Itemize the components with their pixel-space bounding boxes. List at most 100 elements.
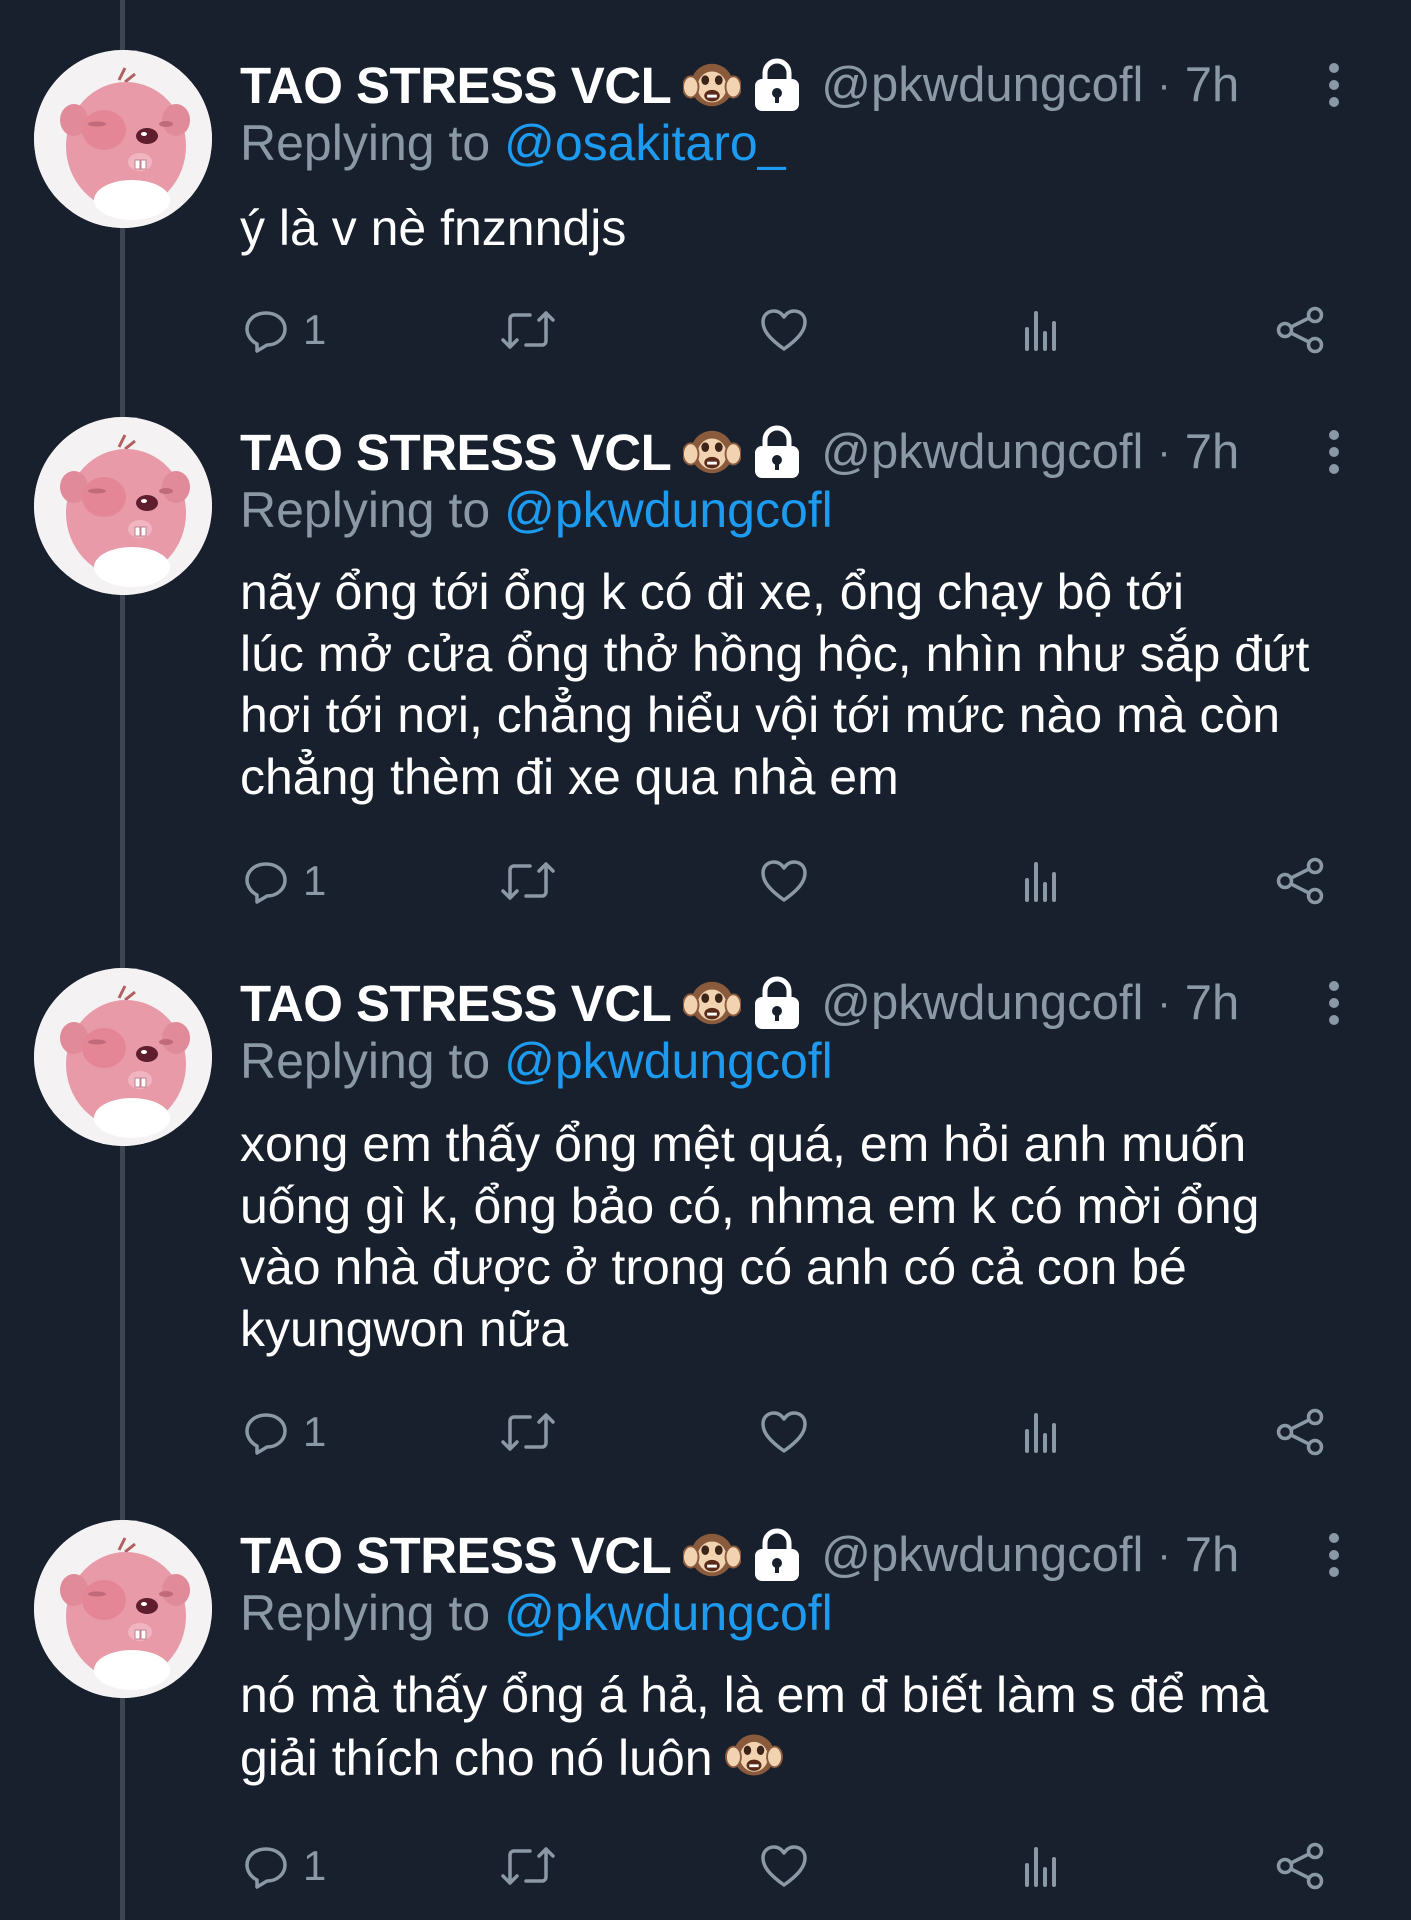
- retweet-button[interactable]: [500, 300, 556, 360]
- reply-count: 1: [303, 1408, 327, 1455]
- tweet-text: nãy ổng tới ổng k có đi xe, ổng chạy bộ …: [240, 564, 1310, 805]
- tweet-header: TAO STRESS VCL @pkwdungcofl · 7h: [240, 419, 1239, 485]
- hear-no-evil-monkey-icon: [683, 423, 741, 481]
- more-vertical-icon[interactable]: [1322, 429, 1346, 475]
- lock-icon: [751, 1527, 803, 1583]
- reply-icon: [243, 1843, 289, 1889]
- analytics-button[interactable]: [1021, 851, 1061, 911]
- avatar[interactable]: [34, 968, 212, 1146]
- hear-no-evil-monkey-icon: [723, 1727, 785, 1783]
- display-name[interactable]: TAO STRESS VCL: [240, 423, 672, 482]
- replying-to: Replying to @pkwdungcofl: [240, 481, 833, 539]
- replying-to-label: Replying to: [240, 1033, 491, 1089]
- like-button[interactable]: [760, 1836, 808, 1896]
- separator-dot: ·: [1157, 1532, 1171, 1577]
- user-handle[interactable]: @pkwdungcofl: [821, 424, 1143, 480]
- tweet-actions: 1: [0, 851, 1411, 911]
- tweet-actions: 1: [0, 1402, 1411, 1462]
- share-button[interactable]: [1275, 300, 1327, 360]
- separator-dot: ·: [1157, 429, 1171, 474]
- retweet-button[interactable]: [500, 851, 556, 911]
- reply-icon: [243, 1409, 289, 1455]
- lock-icon: [751, 424, 803, 480]
- share-button[interactable]: [1275, 1836, 1327, 1896]
- timestamp[interactable]: 7h: [1185, 1527, 1240, 1583]
- separator-dot: ·: [1157, 980, 1171, 1025]
- heart-icon: [760, 307, 808, 353]
- lock-icon: [751, 57, 803, 113]
- like-button[interactable]: [760, 300, 808, 360]
- analytics-icon: [1021, 307, 1061, 353]
- tweet-header: TAO STRESS VCL @pkwdungcofl · 7h: [240, 52, 1239, 118]
- like-button[interactable]: [760, 1402, 808, 1462]
- hear-no-evil-monkey-icon: [683, 56, 741, 114]
- retweet-button[interactable]: [500, 1402, 556, 1462]
- reply-count: 1: [303, 306, 327, 353]
- avatar[interactable]: [34, 50, 212, 228]
- analytics-button[interactable]: [1021, 300, 1061, 360]
- heart-icon: [760, 1409, 808, 1455]
- lock-icon: [751, 975, 803, 1031]
- replying-to-label: Replying to: [240, 1585, 491, 1641]
- display-name[interactable]: TAO STRESS VCL: [240, 56, 672, 115]
- tweet-header: TAO STRESS VCL @pkwdungcofl · 7h: [240, 970, 1239, 1036]
- reply-button[interactable]: 1: [243, 300, 326, 360]
- reply-button[interactable]: 1: [243, 1402, 326, 1462]
- replying-to-label: Replying to: [240, 115, 491, 171]
- analytics-icon: [1021, 1409, 1061, 1455]
- more-vertical-icon[interactable]: [1322, 62, 1346, 108]
- replying-to-mention[interactable]: @pkwdungcofl: [504, 482, 833, 538]
- share-icon: [1275, 306, 1327, 354]
- tweet-header: TAO STRESS VCL @pkwdungcofl · 7h: [240, 1522, 1239, 1588]
- reply-button[interactable]: 1: [243, 851, 326, 911]
- user-handle[interactable]: @pkwdungcofl: [821, 975, 1143, 1031]
- analytics-icon: [1021, 858, 1061, 904]
- display-name[interactable]: TAO STRESS VCL: [240, 974, 672, 1033]
- replying-to-mention[interactable]: @osakitaro_: [504, 115, 785, 171]
- reply-count: 1: [303, 857, 327, 904]
- analytics-icon: [1021, 1843, 1061, 1889]
- avatar[interactable]: [34, 1520, 212, 1698]
- replying-to-mention[interactable]: @pkwdungcofl: [504, 1033, 833, 1089]
- reply-icon: [243, 858, 289, 904]
- replying-to: Replying to @pkwdungcofl: [240, 1032, 833, 1090]
- separator-dot: ·: [1157, 62, 1171, 107]
- tweet-actions: 1: [0, 1836, 1411, 1896]
- share-button[interactable]: [1275, 851, 1327, 911]
- retweet-icon: [500, 1843, 556, 1889]
- tweet-text: xong em thấy ổng mệt quá, em hỏi anh muố…: [240, 1116, 1260, 1357]
- avatar[interactable]: [34, 417, 212, 595]
- share-icon: [1275, 1842, 1327, 1890]
- tweet-text: nó mà thấy ổng á hả, là em đ biết làm s …: [240, 1665, 1380, 1789]
- analytics-button[interactable]: [1021, 1402, 1061, 1462]
- display-name[interactable]: TAO STRESS VCL: [240, 1526, 672, 1585]
- share-button[interactable]: [1275, 1402, 1327, 1462]
- retweet-button[interactable]: [500, 1836, 556, 1896]
- hear-no-evil-monkey-icon: [683, 1526, 741, 1584]
- user-handle[interactable]: @pkwdungcofl: [821, 57, 1143, 113]
- timestamp[interactable]: 7h: [1185, 57, 1240, 113]
- heart-icon: [760, 1843, 808, 1889]
- timestamp[interactable]: 7h: [1185, 975, 1240, 1031]
- reply-icon: [243, 307, 289, 353]
- share-icon: [1275, 1408, 1327, 1456]
- heart-icon: [760, 858, 808, 904]
- replying-to: Replying to @pkwdungcofl: [240, 1584, 833, 1642]
- timestamp[interactable]: 7h: [1185, 424, 1240, 480]
- tweet-text: ý là v nè fnznndjs: [240, 200, 627, 256]
- retweet-icon: [500, 1409, 556, 1455]
- more-vertical-icon[interactable]: [1322, 1532, 1346, 1578]
- replying-to: Replying to @osakitaro_: [240, 114, 786, 172]
- retweet-icon: [500, 858, 556, 904]
- user-handle[interactable]: @pkwdungcofl: [821, 1527, 1143, 1583]
- reply-button[interactable]: 1: [243, 1836, 326, 1896]
- reply-count: 1: [303, 1842, 327, 1889]
- hear-no-evil-monkey-icon: [683, 974, 741, 1032]
- like-button[interactable]: [760, 851, 808, 911]
- share-icon: [1275, 857, 1327, 905]
- retweet-icon: [500, 307, 556, 353]
- replying-to-label: Replying to: [240, 482, 491, 538]
- replying-to-mention[interactable]: @pkwdungcofl: [504, 1585, 833, 1641]
- analytics-button[interactable]: [1021, 1836, 1061, 1896]
- more-vertical-icon[interactable]: [1322, 980, 1346, 1026]
